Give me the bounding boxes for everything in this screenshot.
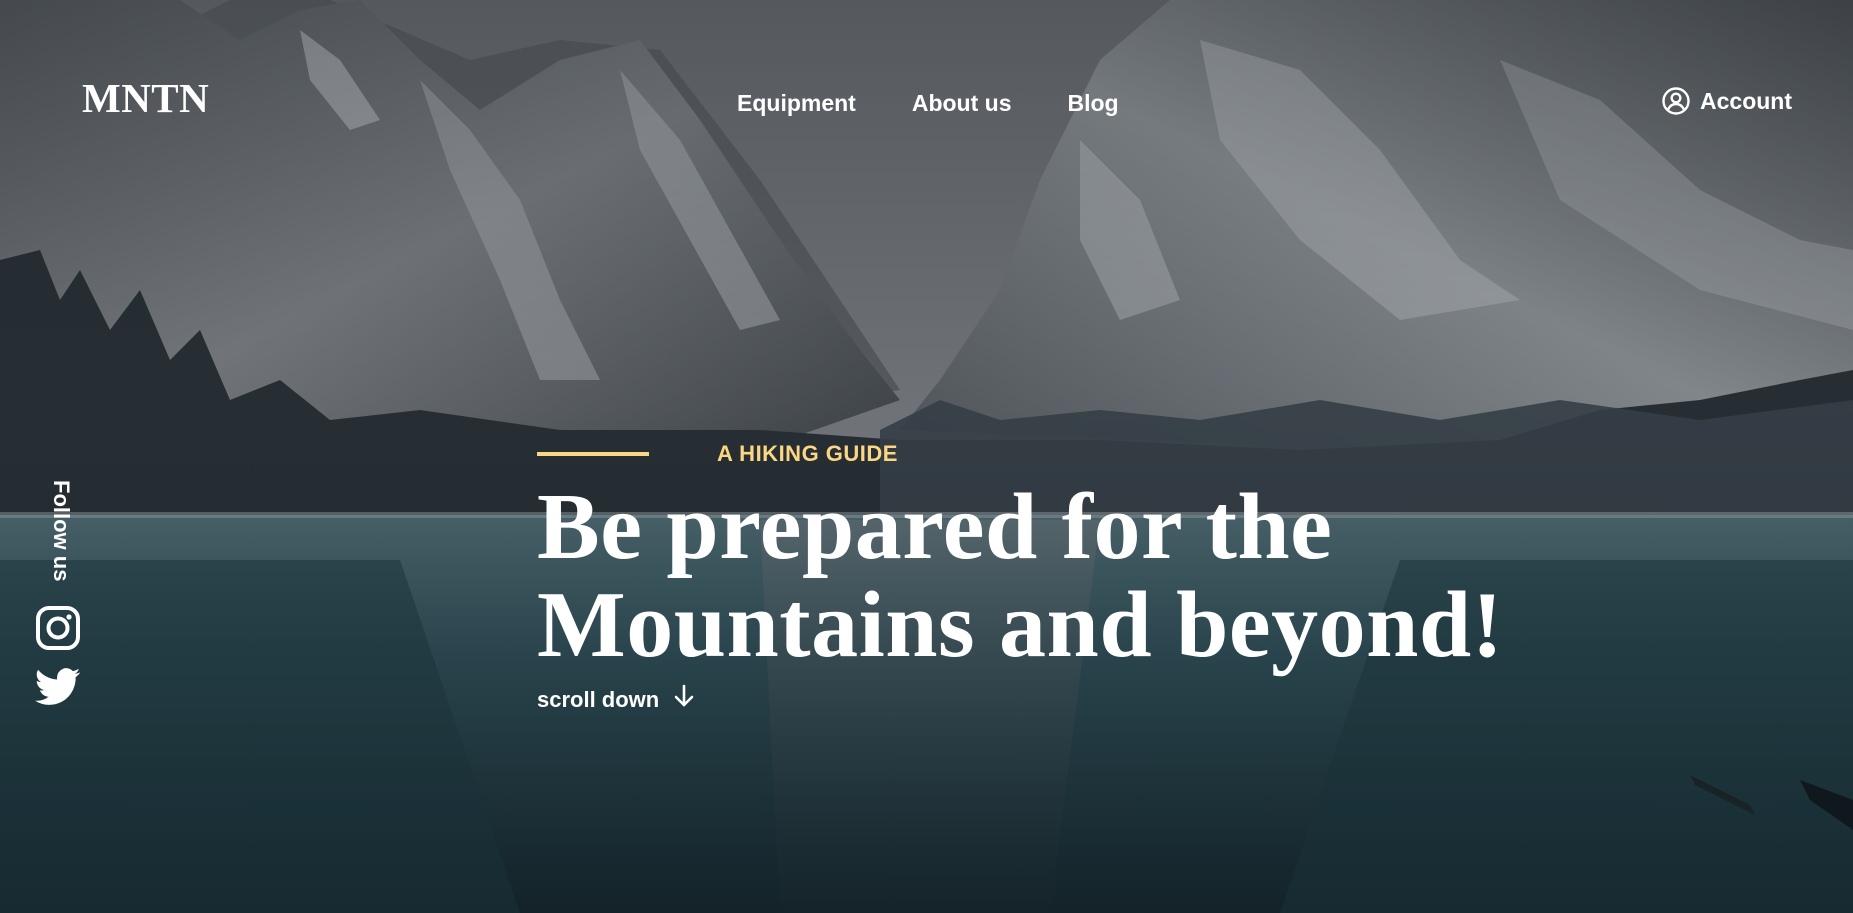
main-nav: Equipment About us Blog — [737, 88, 1119, 118]
headline-line-1: Be prepared for the — [537, 475, 1333, 579]
nav-item-about-us[interactable]: About us — [912, 88, 1012, 118]
user-circle-icon — [1662, 87, 1690, 115]
account-label: Account — [1700, 88, 1792, 114]
scroll-down-label: scroll down — [537, 686, 660, 712]
headline-line-2: Mountains and beyond! — [537, 573, 1504, 677]
follow-us-label: Follow us — [49, 480, 74, 582]
eyebrow-accent-line — [537, 452, 649, 456]
brand-logo[interactable]: MNTN — [82, 74, 209, 122]
hero-eyebrow: A HIKING GUIDE — [537, 440, 898, 468]
hero-background-image — [0, 0, 1853, 913]
nav-item-blog[interactable]: Blog — [1068, 88, 1119, 118]
scroll-down-link[interactable]: scroll down — [537, 684, 695, 715]
nav-item-equipment[interactable]: Equipment — [737, 88, 856, 118]
account-link[interactable]: Account — [1662, 86, 1792, 116]
landing-page: MNTN Equipment About us Blog Account Fol… — [0, 0, 1853, 913]
twitter-icon[interactable] — [35, 667, 81, 712]
arrow-down-icon — [673, 684, 695, 715]
hero-headline: Be prepared for the Mountains and beyond… — [537, 478, 1687, 674]
instagram-icon[interactable] — [35, 605, 81, 656]
eyebrow-text: A HIKING GUIDE — [717, 441, 898, 466]
